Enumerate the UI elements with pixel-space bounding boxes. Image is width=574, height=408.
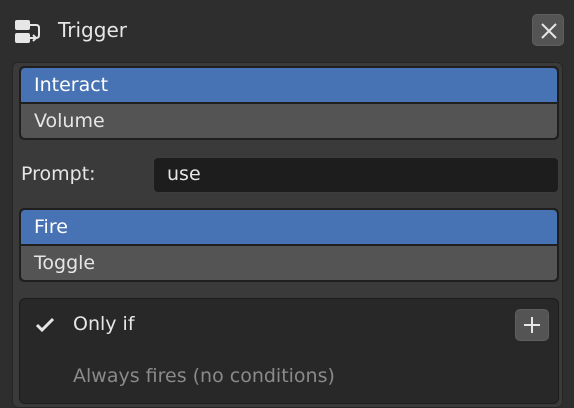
conditions-hint: Always fires (no conditions) xyxy=(73,365,335,387)
trigger-type-selector: Interact Volume xyxy=(19,66,559,140)
action-selector: Fire Toggle xyxy=(19,208,559,282)
panel-title: Trigger xyxy=(58,18,127,42)
panel-header: Trigger xyxy=(0,0,574,60)
only-if-label: Only if xyxy=(73,313,135,335)
trigger-node-icon xyxy=(15,20,40,43)
action-toggle[interactable]: Toggle xyxy=(21,246,557,280)
trigger-type-interact[interactable]: Interact xyxy=(21,68,557,102)
add-condition-button[interactable] xyxy=(515,309,549,341)
trigger-type-volume[interactable]: Volume xyxy=(21,104,557,138)
close-button[interactable] xyxy=(532,14,564,46)
checkmark-icon[interactable] xyxy=(35,317,55,333)
prompt-input[interactable]: use xyxy=(153,157,559,193)
action-fire[interactable]: Fire xyxy=(21,210,557,244)
plus-icon xyxy=(524,317,540,333)
prompt-label: Prompt: xyxy=(21,163,96,185)
conditions-box: Only if Always fires (no conditions) xyxy=(19,298,559,404)
close-icon xyxy=(541,23,557,39)
